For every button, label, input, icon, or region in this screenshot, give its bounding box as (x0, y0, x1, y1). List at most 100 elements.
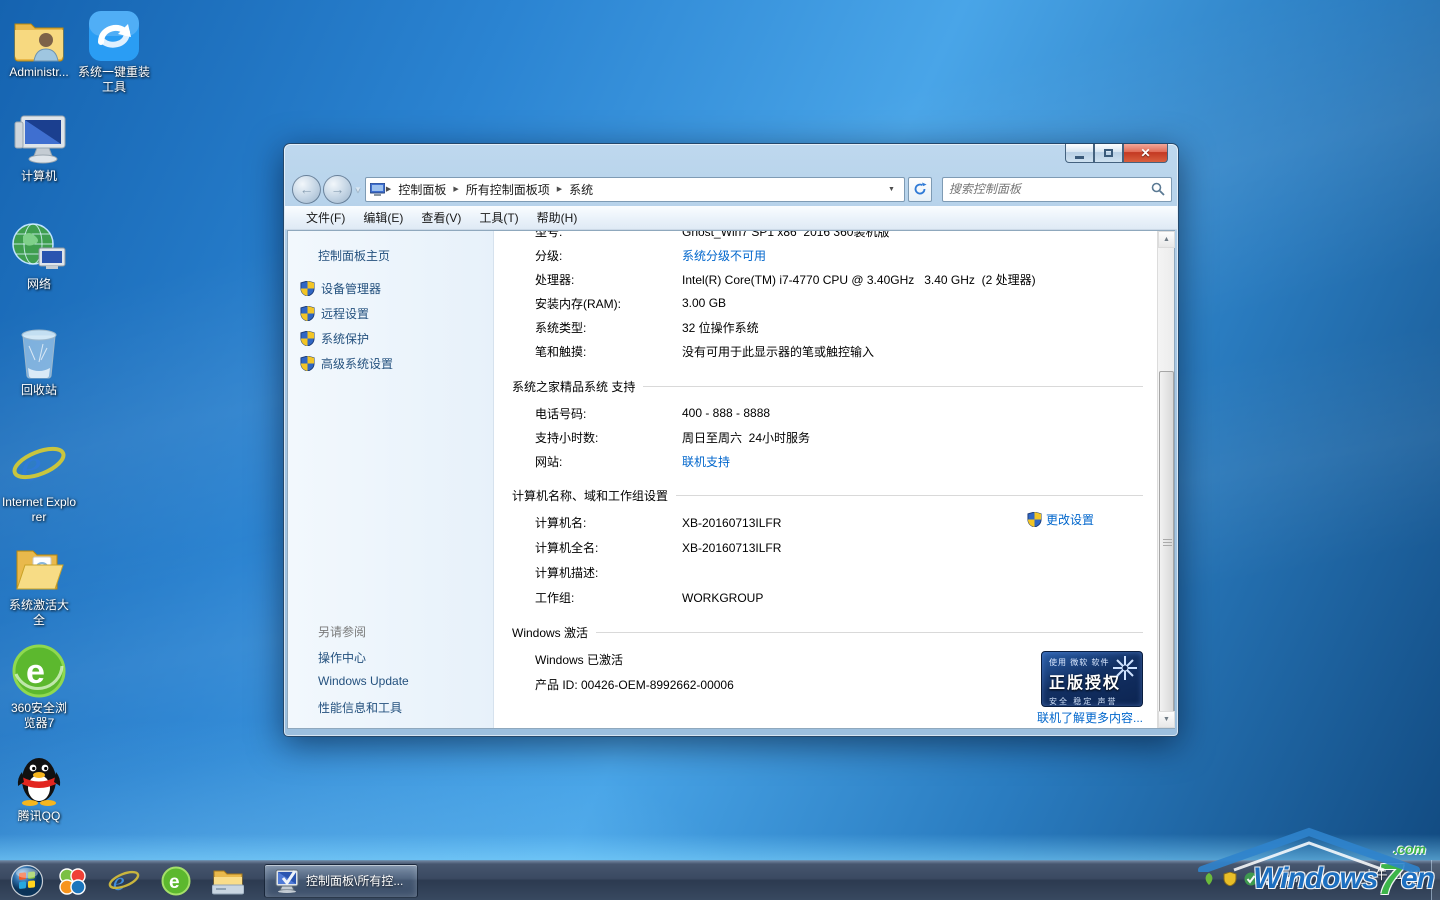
genuine-software-badge: 使用 微软 软件 正版授权 安全 稳定 声誉 (1041, 651, 1143, 707)
section-title: 系统之家精品系统 支持 (512, 378, 635, 395)
scrollbar-thumb[interactable] (1159, 371, 1174, 715)
sidebar-item-performance-tools[interactable]: 性能信息和工具 (318, 699, 402, 716)
info-row-hours: 支持小时数: 周日至周六 24小时服务 (494, 425, 1157, 449)
minimize-button[interactable] (1065, 144, 1094, 163)
sidebar-item-label: 高级系统设置 (321, 355, 393, 372)
desktop-icon-administrator[interactable]: Administr... (0, 8, 78, 80)
desktop-icon-activation-collection[interactable]: 系统激活大全 (0, 541, 78, 628)
desktop-icon-label: 360安全浏览器7 (0, 701, 78, 731)
info-row-model: 型号: Ghost_Win7 SP1 x86 2016 360装机版 (494, 231, 1157, 243)
menu-edit[interactable]: 编辑(E) (354, 207, 412, 228)
address-location-icon (370, 183, 385, 196)
close-icon: ✕ (1140, 146, 1150, 160)
menu-view[interactable]: 查看(V) (412, 207, 470, 228)
info-row-workgroup: 工作组: WORKGROUP (494, 585, 1157, 610)
recent-pages-chevron[interactable]: ▼ (354, 185, 362, 194)
system-control-panel-window: ✕ ← → ▼ ▶ 控制面板 ▶ 所有控制面板项 ▶ 系统 ▼ (283, 143, 1179, 737)
tray-360-icon[interactable] (1202, 872, 1216, 886)
vertical-scrollbar[interactable]: ▲ ▼ (1157, 231, 1174, 728)
tray-security-shield-icon[interactable] (1223, 872, 1237, 886)
taskbar-icon-360-browser[interactable]: e (150, 862, 202, 900)
taskbar-icon-360-safe[interactable] (46, 862, 98, 900)
info-row-description: 计算机描述: (494, 560, 1157, 585)
section-divider (676, 495, 1143, 496)
forward-button[interactable]: → (323, 175, 352, 204)
menu-help[interactable]: 帮助(H) (528, 207, 587, 228)
window-titlebar[interactable] (284, 144, 1178, 172)
close-button[interactable]: ✕ (1123, 144, 1168, 163)
active-window-title: 控制面板\所有控... (306, 872, 403, 889)
section-divider (643, 386, 1143, 387)
desktop-icon-internet-explorer[interactable]: e Internet Explorer (0, 438, 78, 525)
change-settings-link[interactable]: 更改设置 (1027, 511, 1094, 528)
row-value: 周日至周六 24小时服务 (682, 429, 810, 446)
address-dropdown-icon[interactable]: ▼ (883, 186, 900, 193)
desktop-icon-computer[interactable]: 计算机 (0, 112, 78, 184)
menu-tools[interactable]: 工具(T) (470, 207, 527, 228)
computer-icon (0, 112, 78, 166)
desktop-icon-recycle-bin[interactable]: 回收站 (0, 326, 78, 398)
sidebar-item-device-manager[interactable]: 设备管理器 (300, 280, 381, 297)
row-value: Intel(R) Core(TM) i7-4770 CPU @ 3.40GHz … (682, 271, 1036, 288)
360-browser-icon: e (161, 866, 191, 896)
taskbar-clock[interactable]: 上午 11:41 (1364, 866, 1420, 883)
360-safe-icon (57, 866, 87, 896)
maximize-button[interactable] (1094, 144, 1123, 163)
address-bar[interactable]: ▶ 控制面板 ▶ 所有控制面板项 ▶ 系统 ▼ (365, 177, 905, 202)
start-button[interactable] (8, 862, 46, 900)
sidebar-item-windows-update[interactable]: Windows Update (318, 674, 409, 688)
row-label: 系统类型: (535, 319, 682, 336)
desktop-icon-network[interactable]: 网络 (0, 220, 78, 292)
network-icon (0, 220, 78, 274)
search-input[interactable] (949, 182, 1151, 196)
menu-file[interactable]: 文件(F) (297, 207, 354, 228)
rating-link[interactable]: 系统分级不可用 (682, 247, 766, 264)
show-desktop-button[interactable] (1431, 860, 1440, 900)
svg-text:e: e (113, 867, 125, 896)
tray-update-check-icon[interactable] (1244, 872, 1258, 886)
breadcrumb-all-items[interactable]: 所有控制面板项 (460, 181, 556, 198)
row-value: WORKGROUP (682, 591, 763, 605)
breadcrumb-separator-icon: ▶ (556, 185, 563, 193)
taskbar-icon-internet-explorer[interactable]: e (98, 862, 150, 900)
windows-start-icon (10, 864, 44, 898)
internet-explorer-icon: e (108, 866, 140, 896)
scroll-down-button[interactable]: ▼ (1158, 711, 1175, 728)
online-support-link[interactable]: 联机支持 (682, 453, 730, 470)
sidebar-item-control-panel-home[interactable]: 控制面板主页 (318, 247, 390, 264)
info-row-phone: 电话号码: 400 - 888 - 8888 (494, 401, 1157, 425)
breadcrumb-control-panel[interactable]: 控制面板 (392, 181, 452, 198)
sidebar-item-system-protection[interactable]: 系统保护 (300, 330, 369, 347)
desktop-icon-label: 系统一键重装工具 (74, 65, 154, 95)
refresh-icon (913, 182, 927, 196)
desktop-icon-reinstall-tool[interactable]: 系统一键重装工具 (74, 8, 154, 95)
section-activation: Windows 激活 (494, 620, 1157, 644)
row-value: Ghost_Win7 SP1 x86 2016 360装机版 (682, 231, 889, 240)
search-icon (1151, 182, 1165, 196)
watermark-suffix: .com (1393, 842, 1426, 856)
sidebar-item-remote-settings[interactable]: 远程设置 (300, 305, 369, 322)
breadcrumb-system[interactable]: 系统 (563, 181, 599, 198)
back-button[interactable]: ← (292, 175, 321, 204)
sidebar-item-advanced-settings[interactable]: 高级系统设置 (300, 355, 393, 372)
row-value: 没有可用于此显示器的笔或触控输入 (682, 343, 874, 360)
tray-network-icon[interactable] (1265, 872, 1279, 886)
sidebar-item-action-center[interactable]: 操作中心 (318, 649, 366, 666)
scrollbar-grip (1163, 539, 1172, 547)
breadcrumb-separator-icon: ▶ (385, 185, 392, 193)
taskbar: e e (0, 860, 1440, 900)
learn-more-online-link[interactable]: 联机了解更多内容... (1037, 709, 1143, 726)
desktop-icon-label: 回收站 (0, 383, 78, 398)
scroll-up-button[interactable]: ▲ (1158, 231, 1175, 248)
user-folder-icon (0, 8, 78, 62)
search-box[interactable] (942, 177, 1172, 202)
refresh-button[interactable] (908, 177, 932, 202)
row-label: 计算机描述: (535, 564, 682, 581)
taskbar-icon-windows-explorer[interactable] (202, 862, 254, 900)
tray-volume-icon[interactable] (1286, 872, 1300, 886)
info-row-pen-touch: 笔和触摸: 没有可用于此显示器的笔或触控输入 (494, 339, 1157, 363)
desktop-icon-tencent-qq[interactable]: 腾讯QQ (0, 752, 78, 824)
back-icon: ← (300, 181, 314, 197)
taskbar-active-window-button[interactable]: 控制面板\所有控... (264, 864, 418, 898)
desktop-icon-360-browser[interactable]: e 360安全浏览器7 (0, 644, 78, 731)
